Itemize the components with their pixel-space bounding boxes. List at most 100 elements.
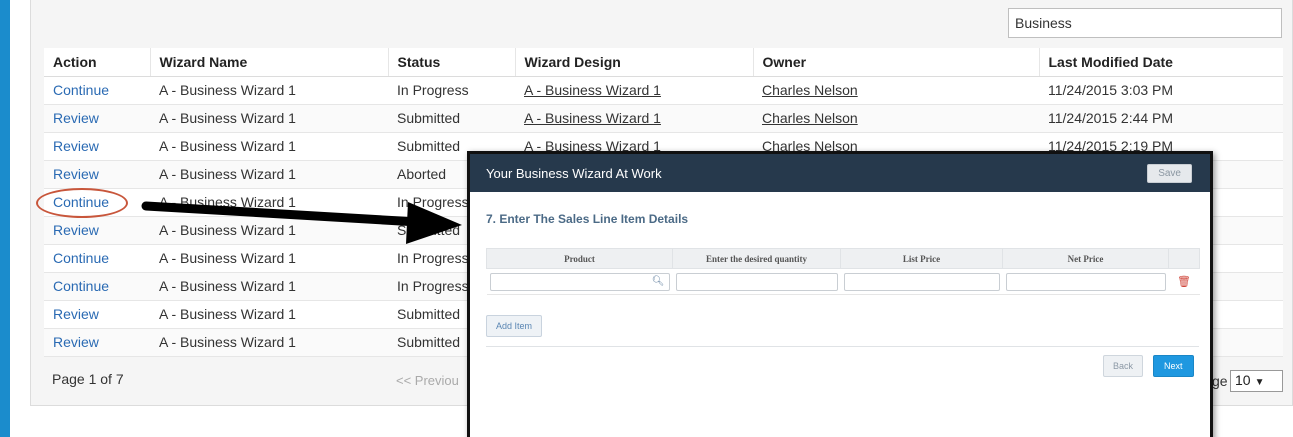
- step-title: 7. Enter The Sales Line Item Details: [486, 212, 689, 226]
- cell-action: Continue: [44, 272, 150, 301]
- cell-text: Submitted: [397, 334, 461, 350]
- cell-wizard-name: A - Business Wizard 1: [150, 160, 388, 189]
- wizard-design-link[interactable]: A - Business Wizard 1: [524, 110, 661, 126]
- cell-last-modified: 11/24/2015 3:03 PM: [1039, 76, 1283, 105]
- cell-text: Submitted: [397, 306, 461, 322]
- next-button[interactable]: Next: [1153, 355, 1194, 377]
- line-item-row: 🔍︎ 🗑︎: [486, 268, 1200, 295]
- cell-wizard-name: A - Business Wizard 1: [150, 328, 388, 357]
- cell-text: A - Business Wizard 1: [159, 334, 296, 350]
- cell-action: Review: [44, 300, 150, 329]
- cell-wizard-name: A - Business Wizard 1: [150, 132, 388, 161]
- cell-text: A - Business Wizard 1: [159, 306, 296, 322]
- cell-text: Aborted: [397, 166, 447, 182]
- modal-divider: [486, 346, 1199, 347]
- column-header-quantity: Enter the desired quantity: [672, 248, 841, 269]
- action-link[interactable]: Continue: [53, 250, 109, 266]
- cell-status: In Progress: [388, 76, 515, 105]
- previous-page-link[interactable]: << Previou: [396, 373, 459, 388]
- cell-text: A - Business Wizard 1: [159, 166, 296, 182]
- cell-action: Review: [44, 104, 150, 133]
- table-row: Continue A - Business Wizard 1 In Progress…: [44, 76, 1283, 105]
- wizard-design-link[interactable]: A - Business Wizard 1: [524, 82, 661, 98]
- column-header-action[interactable]: Action: [44, 48, 150, 77]
- annotation-arrow: [141, 201, 462, 244]
- trash-icon[interactable]: 🗑︎: [1172, 275, 1197, 288]
- table-header-row: Action Wizard Name Status Wizard Design …: [44, 48, 1283, 77]
- page-size-select[interactable]: 10 ▼: [1230, 370, 1283, 392]
- cell-last-modified: 11/24/2015 2:44 PM: [1039, 104, 1283, 133]
- cell-wizard-name: A - Business Wizard 1: [150, 104, 388, 133]
- column-header-net-price: Net Price: [1002, 248, 1169, 269]
- cell-wizard-name: A - Business Wizard 1: [150, 300, 388, 329]
- back-button[interactable]: Back: [1103, 355, 1144, 377]
- cell-action: Review: [44, 160, 150, 189]
- cell-text: 11/24/2015 2:44 PM: [1048, 110, 1174, 126]
- product-lookup-input[interactable]: 🔍︎: [489, 272, 670, 291]
- page-size-label: ge: [1212, 373, 1228, 389]
- action-link[interactable]: Review: [53, 334, 99, 350]
- cell-wizard-name: A - Business Wizard 1: [150, 244, 388, 273]
- column-header-last-modified[interactable]: Last Modified Date: [1038, 48, 1283, 77]
- cell-owner: Charles Nelson: [753, 76, 1039, 105]
- cell-text: 11/24/2015 3:03 PM: [1048, 82, 1174, 98]
- quantity-input[interactable]: [675, 272, 838, 291]
- net-price-input[interactable]: [1005, 272, 1166, 291]
- line-items-header-row: Product Enter the desired quantity List …: [486, 248, 1200, 269]
- cell-text: A - Business Wizard 1: [159, 250, 296, 266]
- cell-wizard-name: A - Business Wizard 1: [150, 272, 388, 301]
- column-header-list-price: List Price: [840, 248, 1003, 269]
- search-input[interactable]: [1008, 8, 1282, 38]
- column-header-remove: [1168, 248, 1200, 269]
- action-link[interactable]: Review: [53, 110, 99, 126]
- column-header-product: Product: [486, 248, 673, 269]
- page-size-value: 10: [1235, 372, 1251, 388]
- left-accent-stripe: [0, 0, 10, 437]
- action-link[interactable]: Continue: [53, 278, 109, 294]
- cell-action: Review: [44, 328, 150, 357]
- cell-wizard-name: A - Business Wizard 1: [150, 76, 388, 105]
- owner-link[interactable]: Charles Nelson: [762, 82, 858, 98]
- action-link[interactable]: Review: [53, 222, 99, 238]
- page-info: Page 1 of 7: [52, 371, 124, 387]
- modal-header: Your Business Wizard At Work Save: [470, 154, 1210, 192]
- cell-text: A - Business Wizard 1: [159, 278, 296, 294]
- caret-down-icon: ▼: [1254, 377, 1265, 388]
- cell-action: Continue: [44, 244, 150, 273]
- column-header-wizard-name[interactable]: Wizard Name: [149, 48, 388, 77]
- cell-text: Submitted: [397, 110, 461, 126]
- line-items-table: Product Enter the desired quantity List …: [486, 248, 1200, 295]
- cell-text: Submitted: [397, 138, 461, 154]
- arrow-shaft: [141, 201, 423, 227]
- cell-action: Review: [44, 216, 150, 245]
- action-link[interactable]: Review: [53, 166, 99, 182]
- arrow-head: [406, 202, 462, 244]
- cell-text: In Progress: [397, 278, 469, 294]
- action-link[interactable]: Review: [53, 138, 99, 154]
- save-button[interactable]: Save: [1147, 163, 1192, 183]
- wizard-modal: Your Business Wizard At Work Save 7. Ent…: [467, 151, 1213, 437]
- cell-wizard-design: A - Business Wizard 1: [515, 104, 753, 133]
- cell-owner: Charles Nelson: [753, 104, 1039, 133]
- list-price-input[interactable]: [843, 272, 1000, 291]
- column-header-status[interactable]: Status: [387, 48, 515, 77]
- cell-wizard-design: A - Business Wizard 1: [515, 76, 753, 105]
- cell-text: A - Business Wizard 1: [159, 110, 296, 126]
- column-header-owner[interactable]: Owner: [752, 48, 1039, 77]
- column-header-wizard-design[interactable]: Wizard Design: [514, 48, 753, 77]
- action-link[interactable]: Continue: [53, 82, 109, 98]
- add-item-button[interactable]: Add Item: [486, 315, 543, 337]
- cell-action: Continue: [44, 76, 150, 105]
- cell-action: Review: [44, 132, 150, 161]
- cell-text: A - Business Wizard 1: [159, 138, 296, 154]
- cell-text: In Progress: [397, 82, 469, 98]
- cell-text: In Progress: [397, 250, 469, 266]
- modal-title: Your Business Wizard At Work: [486, 165, 662, 181]
- table-row: Review A - Business Wizard 1 Submitted A - …: [44, 104, 1283, 133]
- cell-text: A - Business Wizard 1: [159, 82, 296, 98]
- lookup-icon[interactable]: 🔍︎: [652, 276, 665, 287]
- action-link[interactable]: Review: [53, 306, 99, 322]
- cell-status: Submitted: [388, 104, 515, 133]
- owner-link[interactable]: Charles Nelson: [762, 110, 858, 126]
- highlight-circle: [36, 188, 128, 218]
